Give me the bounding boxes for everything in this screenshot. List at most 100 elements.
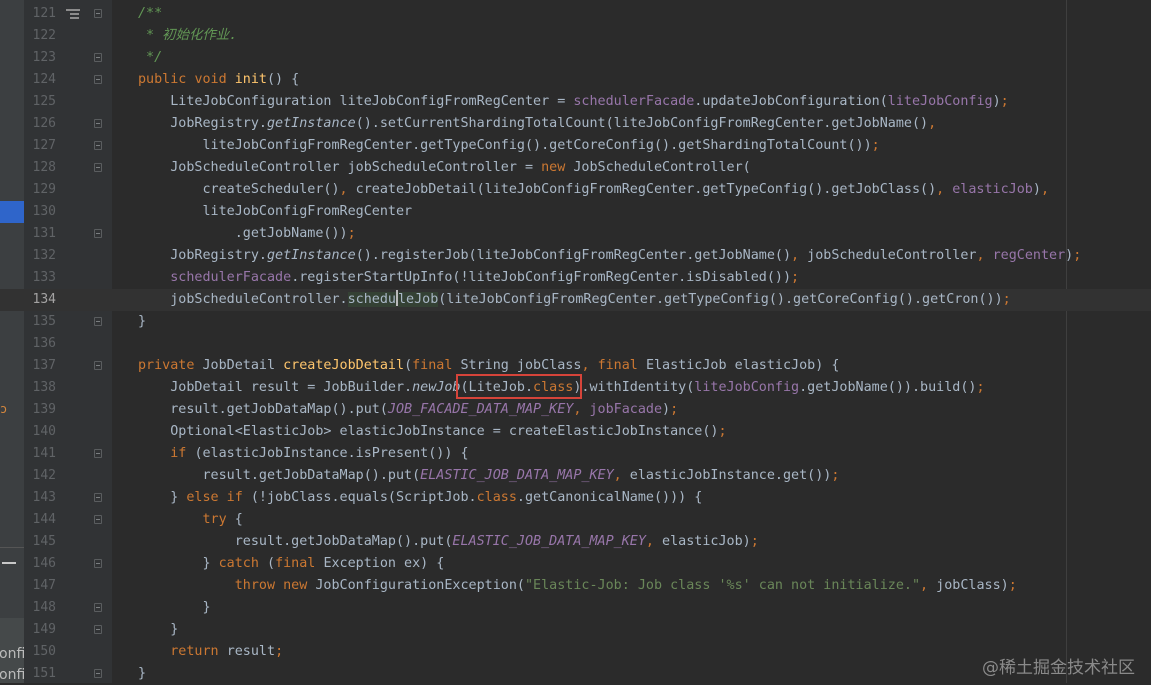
code-line[interactable]: 140 Optional<ElasticJob> elasticJobInsta… (0, 421, 1151, 443)
code-line[interactable]: 136 (0, 333, 1151, 355)
fold-icon[interactable] (94, 163, 102, 172)
fold-icon[interactable] (94, 603, 102, 612)
code-text[interactable]: result.getJobDataMap().put(JOB_FACADE_DA… (138, 399, 678, 421)
code-line[interactable]: 130 liteJobConfigFromRegCenter (0, 201, 1151, 223)
line-number[interactable]: 125 (24, 91, 56, 113)
code-line[interactable]: 129 createScheduler(), createJobDetail(l… (0, 179, 1151, 201)
bookmark-icon[interactable] (66, 9, 80, 19)
line-number[interactable]: 136 (24, 333, 56, 355)
code-text[interactable]: } (138, 311, 146, 333)
fold-icon[interactable] (94, 119, 102, 128)
code-line[interactable]: 149 } (0, 619, 1151, 641)
code-line[interactable]: 145 result.getJobDataMap().put(ELASTIC_J… (0, 531, 1151, 553)
code-line[interactable]: 139 result.getJobDataMap().put(JOB_FACAD… (0, 399, 1151, 421)
line-number[interactable]: 127 (24, 135, 56, 157)
code-line[interactable]: 132 JobRegistry.getInstance().registerJo… (0, 245, 1151, 267)
code-text[interactable]: if (elasticJobInstance.isPresent()) { (138, 443, 468, 465)
code-text[interactable]: LiteJobConfiguration liteJobConfigFromRe… (138, 91, 1008, 113)
code-editor[interactable]: 121/** 122 * 初始化作业. 123 */124 public void i… (0, 0, 1151, 683)
code-line[interactable]: 134 jobScheduleController.schedu leJob(li… (0, 289, 1151, 311)
code-line[interactable]: 137 private JobDetail createJobDetail(fin… (0, 355, 1151, 377)
code-text[interactable]: result.getJobDataMap().put(ELASTIC_JOB_D… (138, 531, 759, 553)
line-number[interactable]: 121 (24, 3, 56, 25)
fold-icon[interactable] (94, 559, 102, 568)
code-line[interactable]: 148 } (0, 597, 1151, 619)
code-text[interactable]: } (138, 663, 146, 685)
code-text[interactable]: JobRegistry.getInstance().setCurrentShar… (138, 113, 936, 135)
fold-icon[interactable] (94, 53, 102, 62)
line-number[interactable]: 138 (24, 377, 56, 399)
code-text[interactable]: JobDetail result = JobBuilder.newJob(Lit… (138, 377, 984, 399)
fold-icon[interactable] (94, 669, 102, 678)
fold-icon[interactable] (94, 229, 102, 238)
fold-icon[interactable] (94, 141, 102, 150)
code-line[interactable]: 124 public void init() { (0, 69, 1151, 91)
code-text[interactable]: /** (138, 3, 162, 25)
code-text[interactable]: schedulerFacade.registerStartUpInfo(!lit… (138, 267, 799, 289)
code-line[interactable]: 122 * 初始化作业. (0, 25, 1151, 47)
code-line[interactable]: 142 result.getJobDataMap().put(ELASTIC_J… (0, 465, 1151, 487)
code-text[interactable]: } (138, 619, 178, 641)
code-line[interactable]: 128 JobScheduleController jobScheduleCon… (0, 157, 1151, 179)
fold-icon[interactable] (94, 449, 102, 458)
code-line[interactable]: 123 */ (0, 47, 1151, 69)
line-number[interactable]: 131 (24, 223, 56, 245)
code-line[interactable]: 141 if (elasticJobInstance.isPresent()) … (0, 443, 1151, 465)
code-line[interactable]: 147 throw new JobConfigurationException(… (0, 575, 1151, 597)
code-text[interactable]: */ (138, 47, 162, 69)
code-line[interactable]: 138 JobDetail result = JobBuilder.newJob… (0, 377, 1151, 399)
line-number[interactable]: 150 (24, 641, 56, 663)
code-line[interactable]: 125 LiteJobConfiguration liteJobConfigFr… (0, 91, 1151, 113)
fold-icon[interactable] (94, 625, 102, 634)
line-number[interactable]: 149 (24, 619, 56, 641)
code-text[interactable]: } catch (final Exception ex) { (138, 553, 444, 575)
line-number[interactable]: 137 (24, 355, 56, 377)
code-text[interactable]: Optional<ElasticJob> elasticJobInstance … (138, 421, 726, 443)
fold-icon[interactable] (94, 493, 102, 502)
code-text[interactable]: createScheduler(), createJobDetail(liteJ… (138, 179, 1049, 201)
fold-icon[interactable] (94, 75, 102, 84)
line-number[interactable]: 140 (24, 421, 56, 443)
code-text[interactable]: public void init() { (138, 69, 299, 91)
code-text[interactable]: result.getJobDataMap().put(ELASTIC_JOB_D… (138, 465, 839, 487)
line-number[interactable]: 141 (24, 443, 56, 465)
code-text[interactable]: private JobDetail createJobDetail(final … (138, 355, 839, 377)
code-line[interactable]: 135} (0, 311, 1151, 333)
code-text[interactable]: liteJobConfigFromRegCenter.getTypeConfig… (138, 135, 879, 157)
code-line[interactable]: 146 } catch (final Exception ex) { (0, 553, 1151, 575)
line-number[interactable]: 145 (24, 531, 56, 553)
code-line[interactable]: 150 return result; (0, 641, 1151, 663)
line-number[interactable]: 123 (24, 47, 56, 69)
fold-icon[interactable] (94, 317, 102, 326)
line-number[interactable]: 139 (24, 399, 56, 421)
code-text[interactable]: } (138, 597, 210, 619)
code-text[interactable]: throw new JobConfigurationException("Ela… (138, 575, 1017, 597)
code-text[interactable]: return result; (138, 641, 283, 663)
line-number[interactable]: 142 (24, 465, 56, 487)
code-line[interactable]: 121 /** (0, 3, 1151, 25)
code-line[interactable]: 151} (0, 663, 1151, 685)
code-text[interactable]: } else if (!jobClass.equals(ScriptJob.cl… (138, 487, 702, 509)
fold-icon[interactable] (94, 9, 102, 18)
line-number[interactable]: 144 (24, 509, 56, 531)
line-number[interactable]: 146 (24, 553, 56, 575)
code-line[interactable]: 143 } else if (!jobClass.equals(ScriptJo… (0, 487, 1151, 509)
line-number[interactable]: 148 (24, 597, 56, 619)
code-text[interactable]: liteJobConfigFromRegCenter (138, 201, 412, 223)
line-number[interactable]: 133 (24, 267, 56, 289)
code-text[interactable]: try { (138, 509, 243, 531)
code-text[interactable]: JobRegistry.getInstance().registerJob(li… (138, 245, 1081, 267)
code-line[interactable]: 126 JobRegistry.getInstance().setCurrent… (0, 113, 1151, 135)
line-number[interactable]: 151 (24, 663, 56, 685)
code-text[interactable]: jobScheduleController.schedu leJob(liteJo… (138, 289, 1011, 311)
line-number[interactable]: 126 (24, 113, 56, 135)
code-line[interactable]: 127 liteJobConfigFromRegCenter.getTypeCo… (0, 135, 1151, 157)
code-line[interactable]: 131 .getJobName()); (0, 223, 1151, 245)
code-line[interactable]: 144 try { (0, 509, 1151, 531)
line-number[interactable]: 122 (24, 25, 56, 47)
line-number[interactable]: 134 (24, 289, 56, 311)
line-number[interactable]: 130 (24, 201, 56, 223)
line-number[interactable]: 124 (24, 69, 56, 91)
code-text[interactable]: .getJobName()); (138, 223, 356, 245)
line-number[interactable]: 143 (24, 487, 56, 509)
